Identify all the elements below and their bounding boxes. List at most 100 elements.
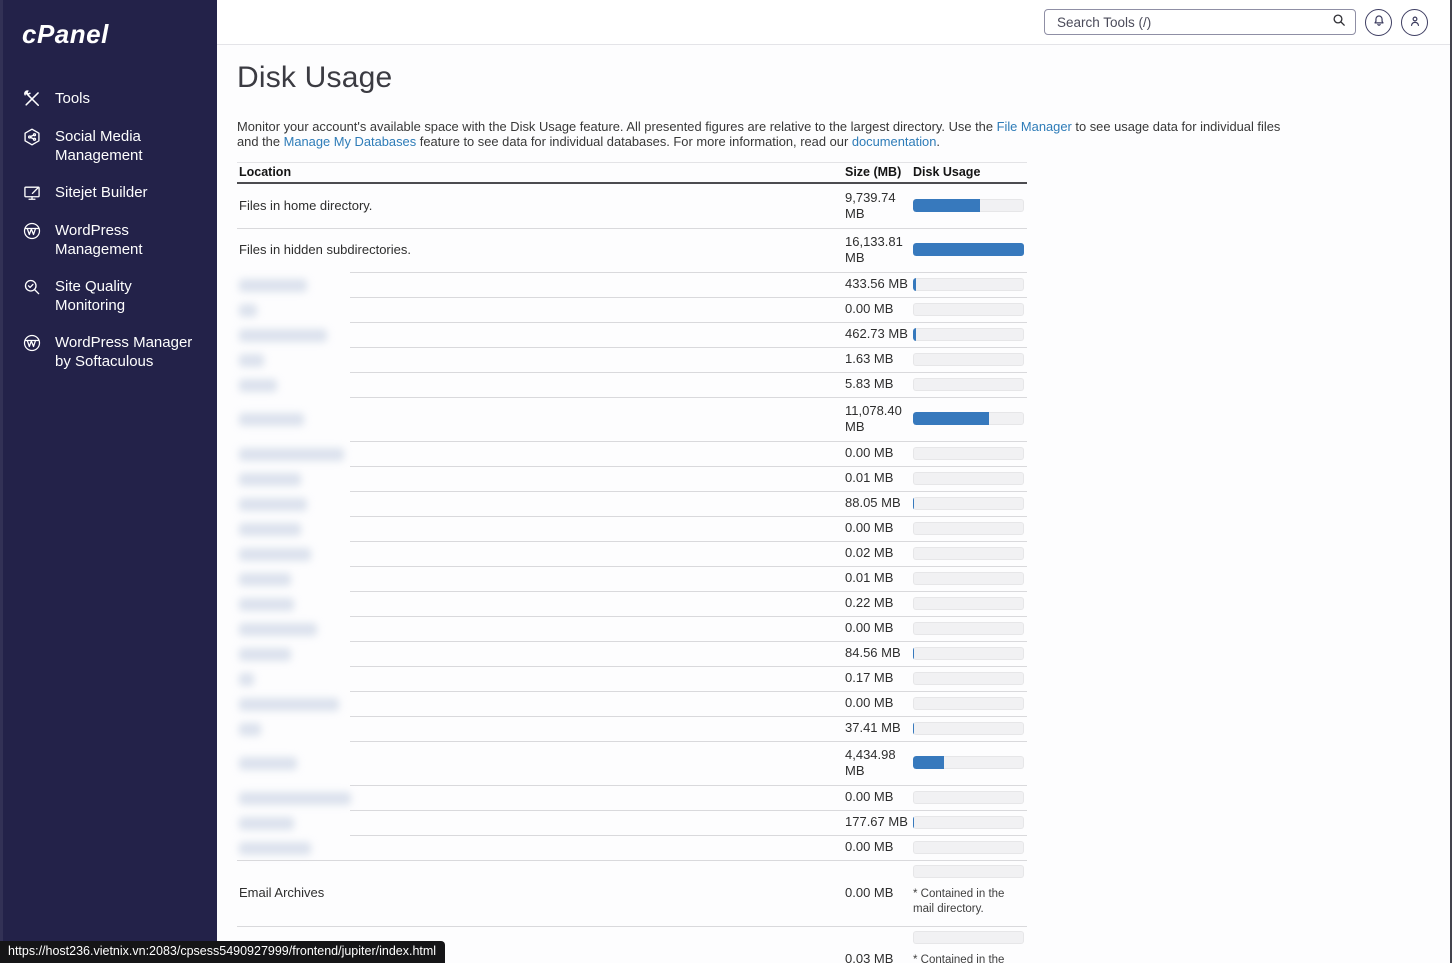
location-cell [237, 277, 845, 292]
location-cell [237, 671, 845, 686]
location-cell [237, 471, 845, 486]
location-cell [237, 721, 845, 736]
site-quality-icon [22, 277, 42, 297]
redacted-location-link[interactable] [239, 817, 294, 830]
manage-my-databases-link[interactable]: Manage My Databases [284, 134, 417, 149]
size-value: 5.83 MB [845, 376, 913, 392]
disk-usage-cell [913, 841, 1027, 854]
usage-bar-track [913, 328, 1024, 341]
search-box[interactable] [1044, 9, 1356, 35]
sidebar-item-sitejet-builder[interactable]: Sitejet Builder [0, 174, 217, 212]
redacted-location-link[interactable] [239, 792, 351, 805]
table-row: 177.67 MB [237, 810, 1027, 835]
intro-text: Monitor your account's available space w… [237, 119, 1295, 149]
table-row: 0.00 MB [237, 297, 1027, 322]
location-cell: Files in hidden subdirectories. [237, 242, 845, 257]
location-cell [237, 840, 845, 855]
sidebar-item-wordpress-manager-softaculous[interactable]: WordPress Manager by Softaculous [0, 324, 217, 380]
file-manager-link[interactable]: File Manager [997, 119, 1072, 134]
documentation-link[interactable]: documentation [852, 134, 937, 149]
notifications-button[interactable] [1365, 9, 1392, 36]
table-row: 0.01 MB [237, 566, 1027, 591]
usage-bar-track [913, 447, 1024, 460]
disk-usage-cell [913, 447, 1027, 460]
disk-usage-table: Location Size (MB) Disk Usage Files in h… [237, 162, 1027, 963]
location-cell [237, 621, 845, 636]
location-cell [237, 815, 845, 830]
usage-bar-fill [913, 199, 980, 212]
sidebar-item-label: Tools [55, 89, 90, 108]
redacted-location-link[interactable] [239, 673, 254, 686]
column-header-size: Size (MB) [845, 164, 913, 180]
size-value: 462.73 MB [845, 326, 913, 342]
disk-table-body: Files in home directory. 9,739.74 MB Fil… [237, 184, 1027, 963]
location-cell [237, 696, 845, 711]
main-content: Disk Usage Monitor your account's availa… [217, 45, 1452, 963]
size-value: 0.00 MB [845, 695, 913, 711]
table-row: 5.83 MB [237, 372, 1027, 397]
sidebar-item-tools[interactable]: Tools [0, 80, 217, 118]
redacted-location-link[interactable] [239, 723, 261, 736]
redacted-location-link[interactable] [239, 548, 311, 561]
sidebar-item-site-quality-monitoring[interactable]: Site Quality Monitoring [0, 268, 217, 324]
table-row: 462.73 MB [237, 322, 1027, 347]
usage-bar-track [913, 303, 1024, 316]
size-value: 0.02 MB [845, 545, 913, 561]
table-row: 0.00 MB [237, 441, 1027, 466]
redacted-location-link[interactable] [239, 623, 317, 636]
disk-usage-cell [913, 472, 1027, 485]
redacted-location-link[interactable] [239, 279, 307, 292]
disk-usage-cell [913, 647, 1027, 660]
usage-bar-track [913, 865, 1024, 878]
redacted-location-link[interactable] [239, 573, 291, 586]
bell-icon [1371, 13, 1387, 32]
intro-part1: Monitor your account's available space w… [237, 119, 997, 134]
search-input[interactable] [1055, 14, 1331, 31]
sidebar-nav: Tools Social Media Management Siteje [0, 80, 217, 380]
disk-usage-cell [913, 547, 1027, 560]
tools-icon [22, 89, 42, 109]
usage-bar-fill [913, 243, 1024, 256]
user-button[interactable] [1401, 9, 1428, 36]
table-row: 0.00 MB [237, 516, 1027, 541]
table-row: 11,078.40 MB [237, 397, 1027, 441]
redacted-location-link[interactable] [239, 304, 257, 317]
redacted-location-link[interactable] [239, 842, 311, 855]
wordpress-icon [22, 221, 42, 241]
redacted-location-link[interactable] [239, 698, 339, 711]
redacted-location-link[interactable] [239, 448, 344, 461]
disk-usage-cell [913, 378, 1027, 391]
usage-bar-track [913, 472, 1024, 485]
redacted-location-link[interactable] [239, 473, 301, 486]
redacted-location-link[interactable] [239, 598, 294, 611]
size-value: 0.00 MB [845, 620, 913, 636]
size-value: 0.17 MB [845, 670, 913, 686]
cpanel-logo[interactable]: cPanel [22, 19, 217, 50]
redacted-location-link[interactable] [239, 329, 327, 342]
redacted-location-link[interactable] [239, 648, 291, 661]
intro-part3: feature to see data for individual datab… [416, 134, 852, 149]
table-row: 0.17 MB [237, 666, 1027, 691]
sidebar-item-social-media-management[interactable]: Social Media Management [0, 118, 217, 174]
redacted-location-link[interactable] [239, 498, 307, 511]
size-value: 433.56 MB [845, 276, 913, 292]
usage-bar-fill [913, 647, 914, 660]
table-row: 84.56 MB [237, 641, 1027, 666]
column-header-location: Location [237, 165, 845, 179]
redacted-location-link[interactable] [239, 379, 277, 392]
redacted-location-link[interactable] [239, 413, 304, 426]
sidebar-item-wordpress-management[interactable]: WordPress Management [0, 212, 217, 268]
location-cell: Email Archives [237, 885, 845, 900]
disk-usage-cell [913, 278, 1027, 291]
usage-bar-track [913, 647, 1024, 660]
redacted-location-link[interactable] [239, 354, 264, 367]
page-title: Disk Usage [237, 59, 1452, 97]
redacted-location-link[interactable] [239, 523, 301, 536]
location-cell [237, 521, 845, 536]
search-icon[interactable] [1331, 12, 1347, 33]
disk-usage-cell [913, 522, 1027, 535]
redacted-location-link[interactable] [239, 757, 297, 770]
usage-bar-fill [913, 278, 916, 291]
size-value: 4,434.98 MB [845, 747, 913, 779]
usage-bar-track [913, 791, 1024, 804]
